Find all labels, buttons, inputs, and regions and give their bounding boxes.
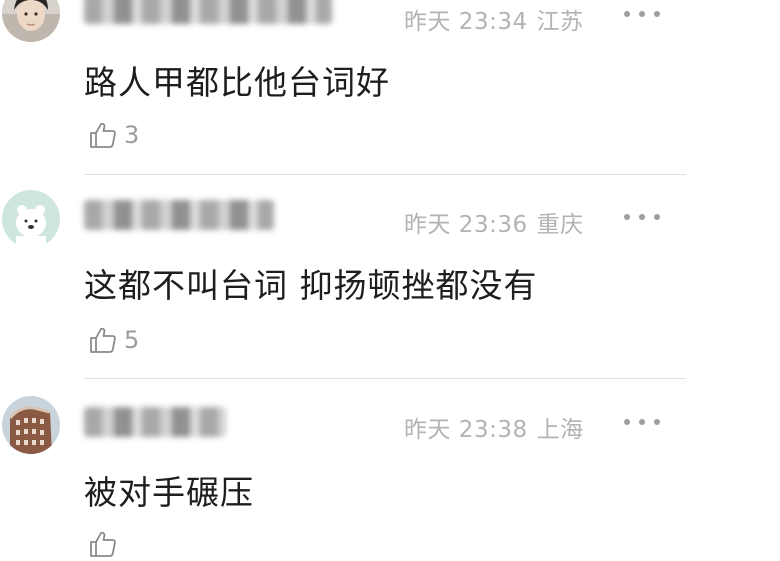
username-redacted: [84, 0, 332, 24]
username-redacted: [84, 407, 226, 437]
username-redacted: [84, 200, 274, 230]
comment-text: 被对手碾压: [84, 473, 254, 512]
ellipsis-icon: [624, 214, 630, 220]
comment-meta: 昨天 23:36 重庆: [404, 205, 584, 239]
like-button[interactable]: [88, 527, 124, 561]
thumbs-up-icon: [88, 120, 118, 150]
thumbs-up-icon: [88, 325, 118, 355]
comment-time: 昨天 23:34: [404, 9, 528, 35]
divider: [84, 174, 686, 175]
ellipsis-dot: [639, 11, 645, 17]
ellipsis-dot: [654, 11, 660, 17]
ellipsis-dot: [654, 214, 660, 220]
comment-location: 上海: [536, 417, 584, 443]
avatar[interactable]: [2, 396, 60, 454]
young-man-photo-avatar: [2, 0, 60, 42]
comment-meta: 昨天 23:38 上海: [404, 410, 584, 444]
ellipsis-dot: [639, 419, 645, 425]
more-button[interactable]: [622, 2, 662, 26]
comment-list: 昨天 23:34 江苏 路人甲都比他台词好 3 昨天 23:36 重庆 这都不叫…: [0, 0, 780, 561]
avatar[interactable]: [2, 0, 60, 42]
comment-location: 重庆: [536, 212, 584, 238]
comment-time: 昨天 23:38: [404, 417, 528, 443]
comment-text: 这都不叫台词 抑扬顿挫都没有: [84, 266, 538, 305]
ellipsis-icon: [624, 11, 630, 17]
building-photo-avatar: [2, 396, 60, 454]
ellipsis-dot: [654, 419, 660, 425]
like-button[interactable]: 3: [88, 118, 139, 152]
more-button[interactable]: [622, 205, 662, 229]
comment-text: 路人甲都比他台词好: [84, 63, 390, 102]
comment-time: 昨天 23:36: [404, 212, 528, 238]
more-button[interactable]: [622, 410, 662, 434]
divider: [84, 378, 686, 379]
like-count: 5: [124, 326, 140, 354]
like-count: 3: [124, 121, 140, 149]
ellipsis-dot: [639, 214, 645, 220]
polar-bear-cartoon-avatar: [2, 190, 60, 248]
comment-location: 江苏: [536, 9, 584, 35]
like-button[interactable]: 5: [88, 323, 139, 357]
avatar[interactable]: [2, 190, 60, 248]
comment-meta: 昨天 23:34 江苏: [404, 2, 584, 36]
ellipsis-icon: [624, 419, 630, 425]
thumbs-up-icon: [88, 529, 118, 559]
